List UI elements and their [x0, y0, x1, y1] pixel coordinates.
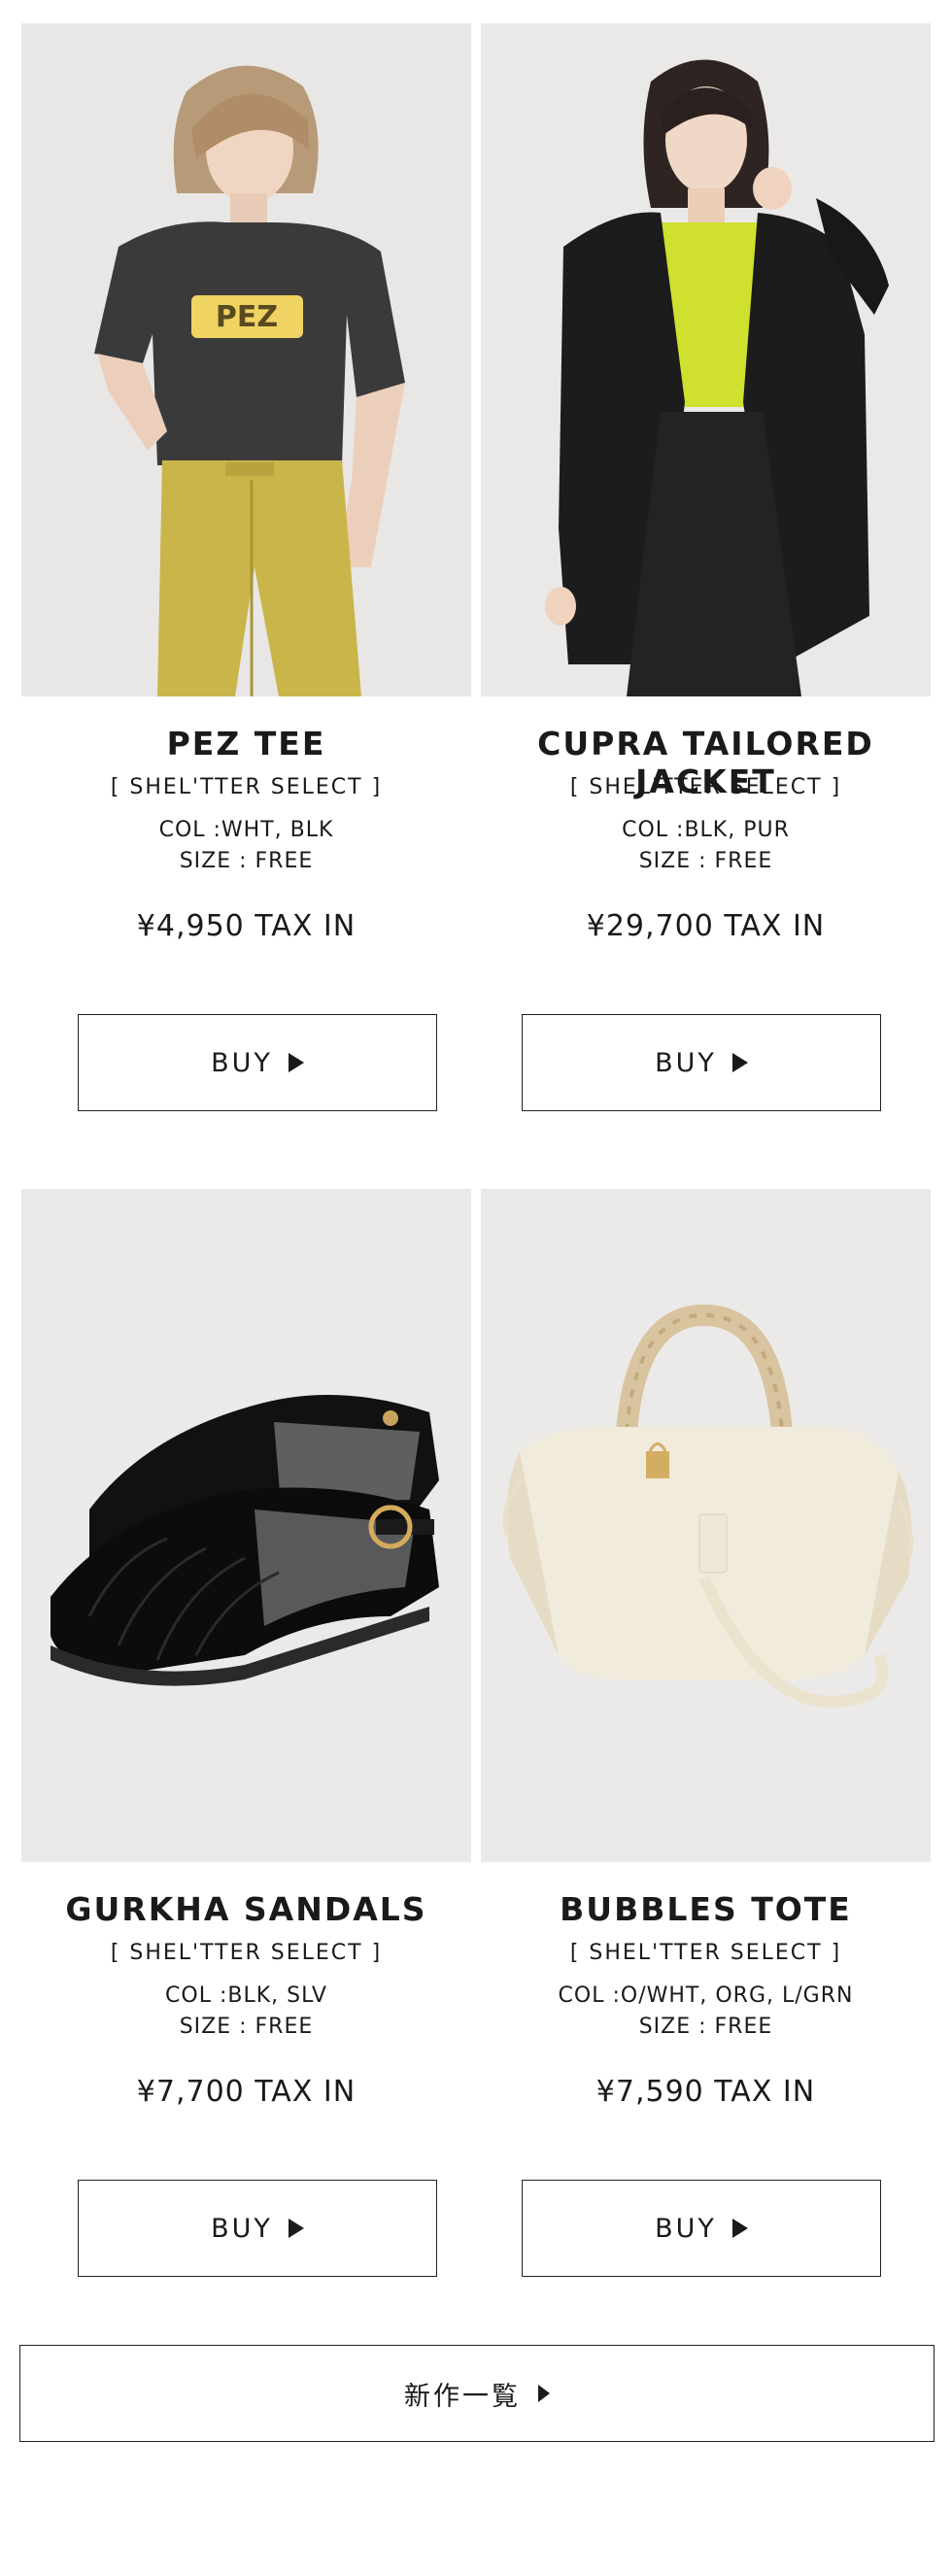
product-image-gurkha-sandals[interactable] — [21, 1189, 471, 1862]
buy-button[interactable]: BUY — [522, 1014, 881, 1111]
product-size: SIZE : FREE — [638, 2015, 773, 2039]
tote-bag-illustration — [481, 1189, 931, 1862]
buy-button-label: BUY — [655, 2213, 717, 2244]
product-name: PEZ TEE — [166, 725, 326, 763]
product-brand: [ SHEL'TTER SELECT ] — [569, 775, 842, 799]
caret-right-icon — [538, 2385, 550, 2402]
product-card-bubbles-tote: BUBBLES TOTE [ SHEL'TTER SELECT ] COL :O… — [481, 1189, 931, 2277]
product-colors: COL :WHT, BLK — [158, 818, 334, 842]
product-brand: [ SHEL'TTER SELECT ] — [110, 775, 383, 799]
play-triangle-icon — [731, 1053, 748, 1072]
buy-button[interactable]: BUY — [78, 1014, 437, 1111]
play-triangle-icon — [288, 1053, 304, 1072]
model-in-pez-tee-illustration: PEZ — [21, 23, 471, 696]
product-image-bubbles-tote[interactable] — [481, 1189, 931, 1862]
product-price: ¥7,700 TAX IN — [136, 2075, 357, 2109]
product-colors: COL :BLK, SLV — [165, 1983, 327, 2008]
sandals-illustration — [21, 1189, 471, 1862]
product-colors: COL :O/WHT, ORG, L/GRN — [558, 1983, 854, 2008]
all-new-items-label: 新作一覧 — [404, 2381, 521, 2412]
buy-button-label: BUY — [211, 1047, 273, 1078]
buy-button-label: BUY — [655, 1047, 717, 1078]
product-price: ¥29,700 TAX IN — [586, 909, 826, 943]
play-triangle-icon — [288, 2219, 304, 2238]
product-name: BUBBLES TOTE — [560, 1890, 852, 1928]
buy-button[interactable]: BUY — [78, 2180, 437, 2277]
product-price: ¥7,590 TAX IN — [595, 2075, 816, 2109]
product-image-cupra-jacket[interactable] — [481, 23, 931, 696]
buy-button[interactable]: BUY — [522, 2180, 881, 2277]
product-colors: COL :BLK, PUR — [622, 818, 790, 842]
product-size: SIZE : FREE — [179, 849, 314, 873]
product-image-pez-tee[interactable]: PEZ — [21, 23, 471, 696]
product-brand: [ SHEL'TTER SELECT ] — [569, 1941, 842, 1965]
product-size: SIZE : FREE — [638, 849, 773, 873]
buy-button-label: BUY — [211, 2213, 273, 2244]
product-name: GURKHA SANDALS — [65, 1890, 427, 1928]
product-size: SIZE : FREE — [179, 2015, 314, 2039]
play-triangle-icon — [731, 2219, 748, 2238]
product-brand: [ SHEL'TTER SELECT ] — [110, 1941, 383, 1965]
model-in-jacket-illustration — [481, 23, 931, 696]
product-card-gurkha-sandals: GURKHA SANDALS [ SHEL'TTER SELECT ] COL … — [21, 1189, 471, 2277]
product-card-cupra-jacket: CUPRA TAILORED JACKET [ SHEL'TTER SELECT… — [481, 23, 931, 1111]
tee-print-text: PEZ — [216, 300, 278, 334]
product-card-pez-tee: PEZ PEZ TEE [ SHEL'TTER SELECT ] COL :WH… — [21, 23, 471, 1111]
product-price: ¥4,950 TAX IN — [136, 909, 357, 943]
all-new-items-button[interactable]: 新作一覧 — [19, 2345, 935, 2442]
